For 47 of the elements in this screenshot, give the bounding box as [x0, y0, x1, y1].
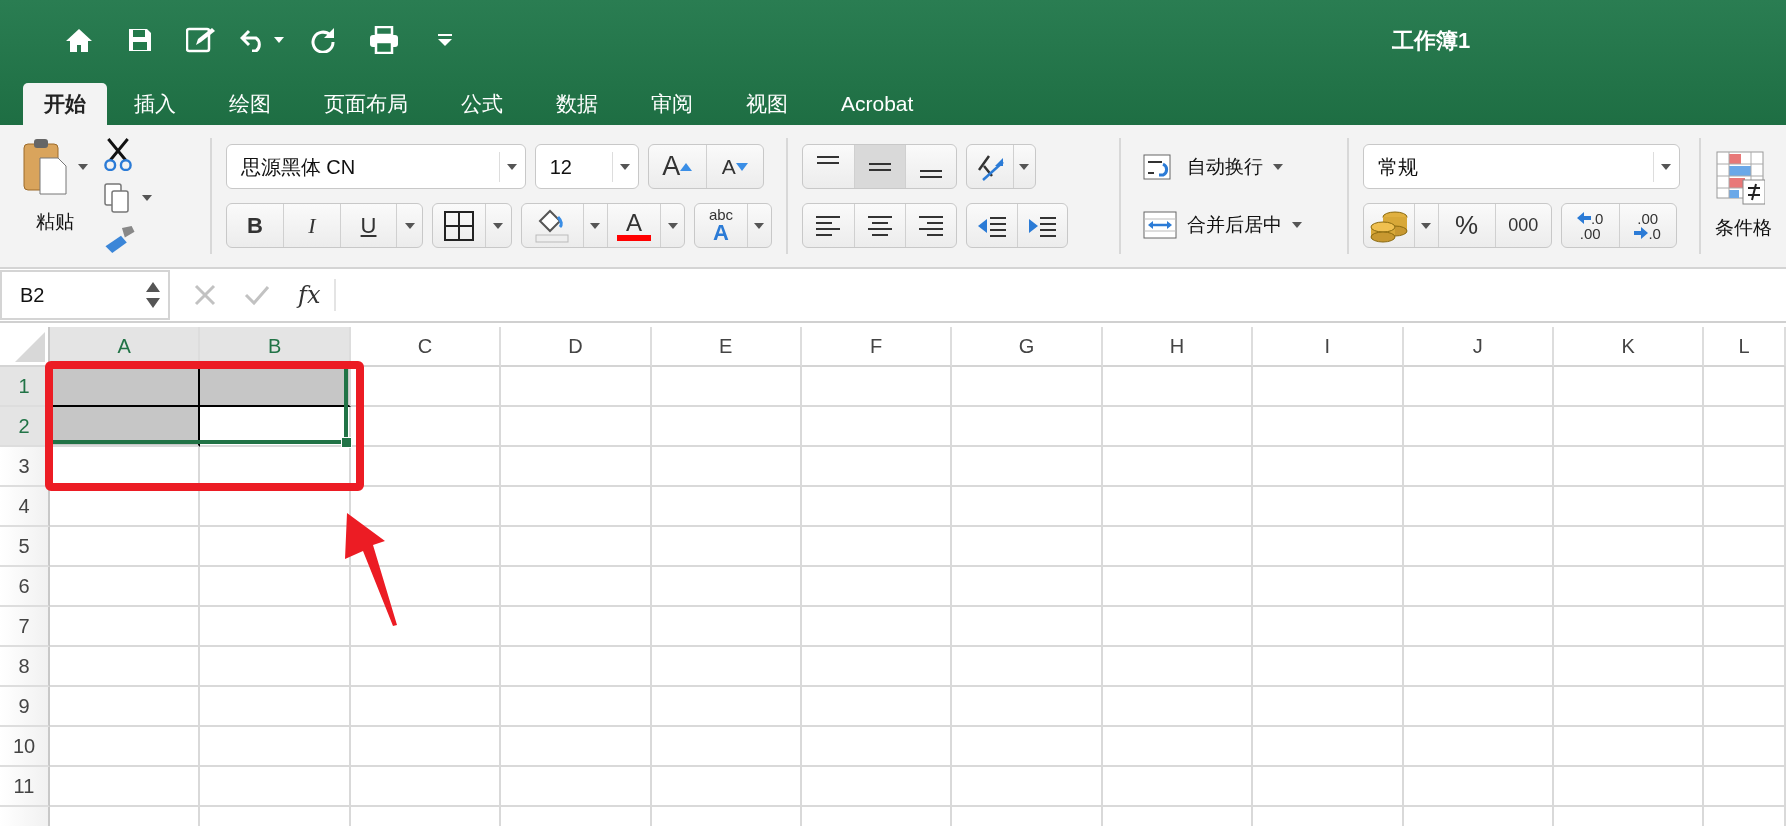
- ribbon-tab[interactable]: Acrobat: [815, 83, 940, 125]
- column-header[interactable]: F: [801, 327, 953, 367]
- ribbon-tab[interactable]: 插入: [108, 83, 202, 125]
- column-header[interactable]: E: [651, 327, 802, 367]
- comma-style-button[interactable]: 000: [1494, 204, 1551, 247]
- underline-button[interactable]: U: [339, 204, 397, 247]
- conditional-format-button[interactable]: 条件格: [1715, 149, 1772, 243]
- ribbon-tab[interactable]: 开始: [23, 83, 107, 125]
- paste-button[interactable]: 粘贴: [22, 138, 88, 254]
- row-header[interactable]: 5: [0, 527, 50, 567]
- row-header[interactable]: 8: [0, 647, 50, 687]
- row-header[interactable]: 6: [0, 567, 50, 607]
- percent-button[interactable]: %: [1437, 204, 1495, 247]
- column-header[interactable]: J: [1403, 327, 1554, 367]
- ribbon-tab[interactable]: 视图: [720, 83, 814, 125]
- column-header[interactable]: D: [501, 327, 652, 367]
- row-header[interactable]: 9: [0, 687, 50, 727]
- grow-font-button[interactable]: A: [648, 145, 706, 188]
- column-header[interactable]: K: [1553, 327, 1705, 367]
- number-format-field[interactable]: 常规: [1362, 144, 1680, 189]
- merge-center-button[interactable]: 合并后居中: [1143, 211, 1333, 240]
- name-box[interactable]: B2: [0, 270, 170, 320]
- phonetic-button[interactable]: abc A: [695, 204, 747, 247]
- wrap-text-button[interactable]: 自动换行: [1143, 152, 1333, 181]
- row-header[interactable]: 4: [0, 487, 50, 527]
- font-name-field[interactable]: 思源黑体 CN: [225, 144, 526, 189]
- ribbon-tab[interactable]: 页面布局: [298, 83, 434, 125]
- ribbon-tab[interactable]: 审阅: [625, 83, 719, 125]
- bold-button[interactable]: B: [226, 204, 284, 247]
- insert-function-button[interactable]: fx: [298, 277, 321, 313]
- column-header[interactable]: I: [1253, 327, 1404, 367]
- increase-decimal-button[interactable]: .0 .00: [1561, 204, 1619, 247]
- column-header[interactable]: H: [1102, 327, 1254, 367]
- font-size-field[interactable]: 12: [534, 144, 639, 189]
- ribbon-tab[interactable]: 数据: [530, 83, 624, 125]
- window-title: 工作簿1: [1392, 27, 1471, 55]
- row-header[interactable]: 7: [0, 607, 50, 647]
- shrink-font-button[interactable]: A: [705, 145, 763, 188]
- row-header[interactable]: 10: [0, 727, 50, 767]
- italic-button[interactable]: I: [283, 204, 340, 247]
- decrease-decimal-button[interactable]: .00 .0: [1618, 204, 1676, 247]
- ribbon-tab[interactable]: 绘图: [203, 83, 297, 125]
- row-header[interactable]: 11: [0, 767, 50, 807]
- ribbon-tab[interactable]: 公式: [435, 83, 529, 125]
- column-header[interactable]: L: [1704, 327, 1786, 367]
- font-color-button[interactable]: A: [606, 204, 661, 247]
- column-header[interactable]: G: [952, 327, 1103, 367]
